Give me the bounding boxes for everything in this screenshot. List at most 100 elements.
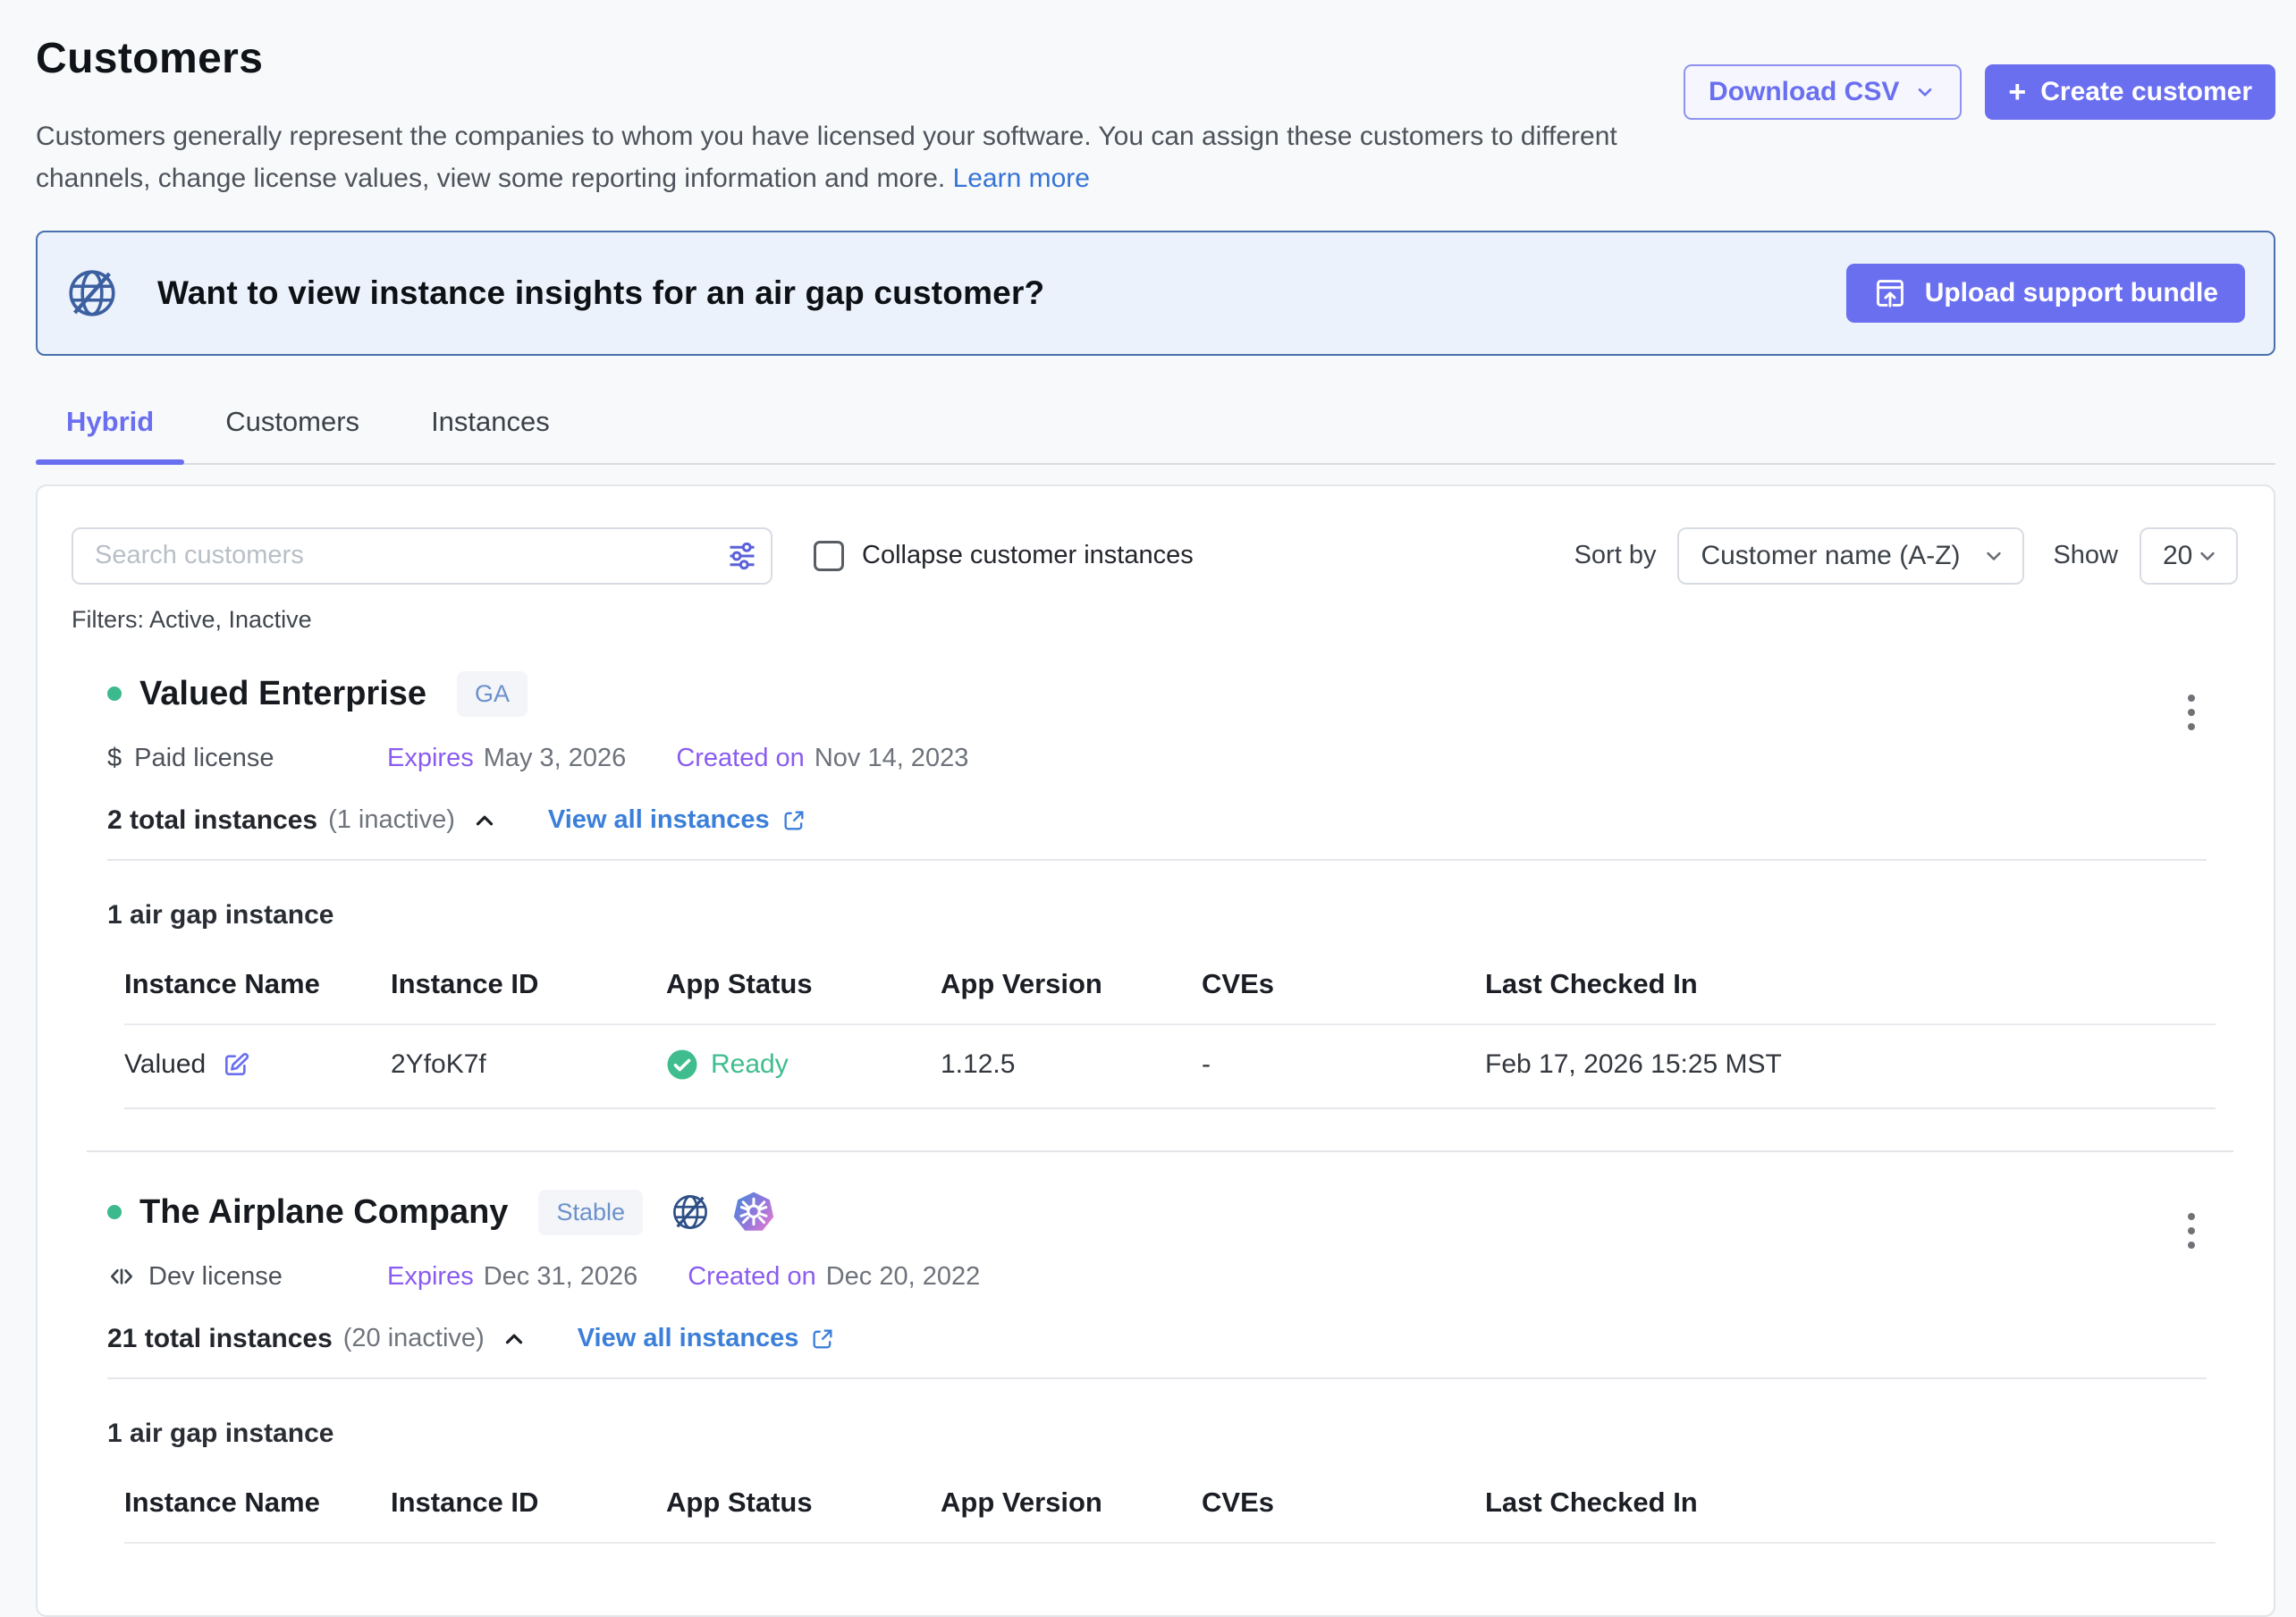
airgap-icon	[670, 1192, 711, 1233]
customer-section-divider	[87, 1150, 2233, 1152]
cves: -	[1202, 1024, 1485, 1108]
create-customer-label: Create customer	[2040, 77, 2252, 107]
expires-value: Dec 31, 2026	[484, 1262, 638, 1292]
col-cves: CVEs	[1202, 1460, 1485, 1543]
download-csv-button[interactable]: Download CSV	[1684, 64, 1962, 120]
airgap-instances-heading: 1 air gap instance	[107, 1419, 2238, 1449]
page-header-text: Customers Customers generally represent …	[36, 27, 1627, 200]
instances-summary-row: 2 total instances (1 inactive) View all …	[107, 805, 2238, 836]
upload-support-bundle-button[interactable]: Upload support bundle	[1846, 264, 2245, 323]
customers-card: Collapse customer instances Sort by Cust…	[36, 484, 2275, 1617]
instances-total: 21 total instances	[107, 1324, 333, 1354]
app-status: Ready	[666, 1049, 941, 1081]
collapse-instances-checkbox[interactable]	[814, 541, 844, 571]
col-app-version: App Version	[941, 941, 1202, 1024]
page-description: Customers generally represent the compan…	[36, 115, 1627, 200]
divider	[107, 859, 2207, 861]
upload-support-bundle-label: Upload support bundle	[1925, 278, 2218, 308]
created-label: Created on	[688, 1262, 816, 1292]
app-version: 1.12.5	[941, 1024, 1202, 1108]
license-type: Dev license	[107, 1262, 387, 1292]
external-link-icon	[810, 1326, 835, 1352]
instances-inactive: (20 inactive)	[343, 1324, 485, 1353]
customer-name[interactable]: Valued Enterprise	[139, 675, 426, 713]
chevron-down-icon	[1981, 543, 2006, 568]
collapse-caret-icon[interactable]	[501, 1326, 528, 1352]
customer-menu-kebab-icon[interactable]	[2181, 1206, 2202, 1256]
license-type-label: Paid license	[134, 744, 274, 773]
chevron-down-icon	[1913, 80, 1937, 104]
airgap-instances-table: Instance Name Instance ID App Status App…	[124, 941, 2216, 1109]
airgap-banner-title: Want to view instance insights for an ai…	[157, 274, 1044, 312]
col-app-status: App Status	[666, 941, 941, 1024]
table-header-row: Instance Name Instance ID App Status App…	[124, 1460, 2216, 1543]
airgap-instances-table: Instance Name Instance ID App Status App…	[124, 1460, 2216, 1544]
learn-more-link[interactable]: Learn more	[953, 164, 1090, 193]
customer-header: Valued Enterprise GA	[107, 671, 2238, 717]
edit-icon[interactable]	[222, 1050, 250, 1079]
kubernetes-icon	[732, 1191, 775, 1234]
col-cves: CVEs	[1202, 941, 1485, 1024]
col-instance-name: Instance Name	[124, 941, 391, 1024]
instance-name: Valued	[124, 1049, 206, 1080]
instances-inactive: (1 inactive)	[328, 805, 455, 835]
customer-block-the-airplane-company: The Airplane Company Stable	[107, 1190, 2238, 1544]
collapse-instances-label: Collapse customer instances	[862, 541, 1194, 570]
customer-name[interactable]: The Airplane Company	[139, 1193, 508, 1232]
license-type-label: Dev license	[148, 1262, 283, 1292]
sort-select-value: Customer name (A-Z)	[1701, 541, 1960, 571]
external-link-icon	[781, 808, 806, 833]
show-label: Show	[2053, 541, 2118, 570]
col-app-status: App Status	[666, 1460, 941, 1543]
expires-field: Expires May 3, 2026	[387, 744, 626, 773]
created-label: Created on	[676, 744, 805, 773]
col-last-checked-in: Last Checked In	[1485, 1460, 2216, 1543]
expires-label: Expires	[387, 1262, 474, 1292]
customer-menu-kebab-icon[interactable]	[2181, 687, 2202, 737]
col-instance-id: Instance ID	[391, 941, 666, 1024]
app-status-label: Ready	[711, 1049, 789, 1080]
dollar-icon: $	[107, 744, 122, 773]
col-last-checked-in: Last Checked In	[1485, 941, 2216, 1024]
col-instance-id: Instance ID	[391, 1460, 666, 1543]
sort-by-label: Sort by	[1574, 541, 1657, 570]
col-app-version: App Version	[941, 1460, 1202, 1543]
active-status-dot	[107, 686, 122, 701]
airgap-instances-heading: 1 air gap instance	[107, 900, 2238, 931]
customer-header: The Airplane Company Stable	[107, 1190, 2238, 1235]
show-select[interactable]: 20	[2140, 527, 2238, 585]
tab-instances[interactable]: Instances	[401, 406, 580, 463]
page-title: Customers	[36, 34, 1627, 83]
channel-badge: Stable	[538, 1190, 643, 1235]
instances-summary-row: 21 total instances (20 inactive) View al…	[107, 1324, 2238, 1354]
expires-label: Expires	[387, 744, 474, 773]
airgap-globe-icon	[64, 265, 120, 321]
collapse-caret-icon[interactable]	[471, 807, 498, 834]
customer-block-valued-enterprise: Valued Enterprise GA $ Paid license Expi…	[107, 671, 2238, 1109]
tab-customers[interactable]: Customers	[195, 406, 390, 463]
view-all-instances-label: View all instances	[578, 1324, 799, 1353]
collapse-instances-toggle[interactable]: Collapse customer instances	[814, 541, 1194, 571]
view-all-instances-link[interactable]: View all instances	[578, 1324, 836, 1353]
page-description-text: Customers generally represent the compan…	[36, 122, 1617, 193]
view-all-instances-label: View all instances	[548, 805, 770, 835]
instance-id: 2YfoK7f	[391, 1024, 666, 1108]
filter-sliders-icon[interactable]	[726, 540, 758, 572]
channel-badge: GA	[457, 671, 528, 717]
last-checked-in: Feb 17, 2026 15:25 MST	[1485, 1024, 2216, 1108]
customer-meta: Dev license Expires Dec 31, 2026 Created…	[107, 1262, 2238, 1292]
created-value: Nov 14, 2023	[815, 744, 969, 773]
search-input[interactable]	[72, 527, 772, 585]
create-customer-button[interactable]: + Create customer	[1985, 64, 2275, 120]
plus-icon: +	[2008, 75, 2026, 110]
customer-type-icons	[670, 1191, 775, 1234]
created-field: Created on Nov 14, 2023	[676, 744, 968, 773]
view-all-instances-link[interactable]: View all instances	[548, 805, 806, 835]
active-filters-text: Filters: Active, Inactive	[72, 606, 2238, 634]
upload-icon	[1873, 276, 1907, 310]
toolbar: Collapse customer instances Sort by Cust…	[72, 527, 2238, 585]
chevron-down-icon	[2195, 543, 2220, 568]
active-status-dot	[107, 1205, 122, 1219]
sort-select[interactable]: Customer name (A-Z)	[1677, 527, 2024, 585]
tab-hybrid[interactable]: Hybrid	[36, 406, 184, 463]
